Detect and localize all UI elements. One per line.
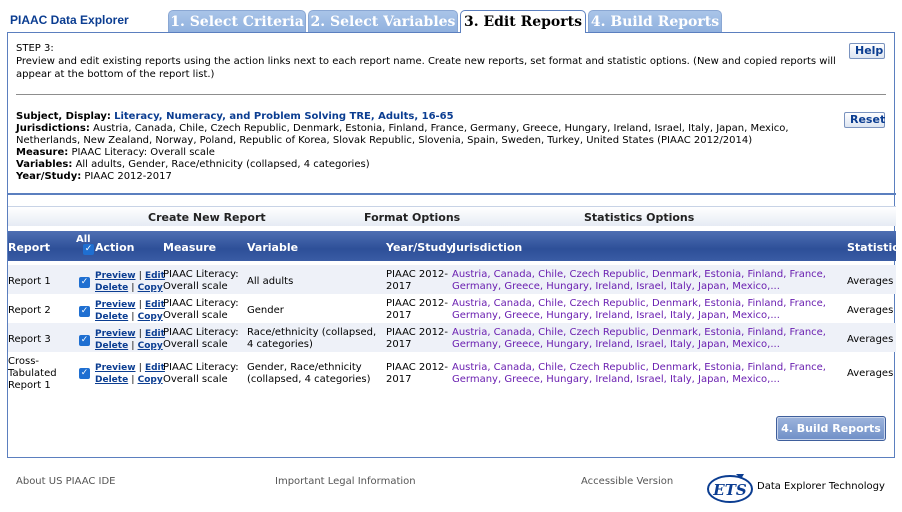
- step-title: STEP 3:: [16, 43, 54, 54]
- subject-value: Literacy, Numeracy, and Problem Solving …: [114, 111, 454, 122]
- tab-build-reports[interactable]: 4. Build Reports: [588, 10, 722, 33]
- footer: About US PIAAC IDE Important Legal Infor…: [0, 462, 902, 512]
- delete-link[interactable]: Delete: [95, 312, 128, 322]
- create-new-report-link[interactable]: Create New Report: [148, 211, 266, 224]
- tab-select-criteria[interactable]: 1. Select Criteria: [168, 10, 306, 33]
- row-checkbox[interactable]: ✓: [79, 305, 90, 317]
- measure-key: Measure:: [16, 147, 69, 158]
- variables-key: Variables:: [16, 159, 73, 170]
- table-row: Report 3 ✓ Preview | Edit Delete | Copy …: [8, 323, 896, 352]
- svg-text:ETS: ETS: [712, 481, 747, 499]
- report-name: Report 1: [8, 276, 51, 287]
- select-all-checkbox[interactable]: ✓: [83, 244, 94, 255]
- row-variable: Gender, Race/ethnicity (collapsed, 4 cat…: [247, 362, 371, 385]
- criteria-summary: Subject, Display: Literacy, Numeracy, an…: [16, 111, 836, 183]
- row-jurisdiction-link[interactable]: Austria, Canada, Chile, Czech Republic, …: [452, 327, 832, 351]
- row-statistic: Averages: [847, 334, 894, 345]
- preview-link[interactable]: Preview: [95, 300, 136, 310]
- legal-link[interactable]: Important Legal Information: [275, 476, 416, 487]
- delete-link[interactable]: Delete: [95, 341, 128, 351]
- edit-link[interactable]: Edit: [145, 300, 165, 310]
- preview-link[interactable]: Preview: [95, 329, 136, 339]
- select-all[interactable]: All ✓: [76, 234, 94, 255]
- col-report: Report: [8, 241, 51, 254]
- row-jurisdiction-link[interactable]: Austria, Canada, Chile, Czech Republic, …: [452, 269, 832, 293]
- divider: [16, 94, 886, 95]
- copy-link[interactable]: Copy: [138, 312, 163, 322]
- row-measure: PIAAC Literacy: Overall scale: [163, 327, 239, 350]
- section-divider: [8, 193, 896, 195]
- table-row: Report 1 ✓ Preview | Edit Delete | Copy …: [8, 265, 896, 294]
- preview-link[interactable]: Preview: [95, 271, 136, 281]
- row-variable: All adults: [247, 276, 294, 287]
- row-year: PIAAC 2012-2017: [386, 298, 448, 321]
- jurisdictions-key: Jurisdictions:: [16, 123, 90, 134]
- year-value: PIAAC 2012-2017: [84, 171, 172, 182]
- row-measure: PIAAC Literacy: Overall scale: [163, 362, 239, 385]
- col-variable: Variable: [247, 241, 299, 254]
- help-button[interactable]: Help: [849, 43, 885, 59]
- report-name: Report 3: [8, 334, 51, 345]
- accessible-version-link[interactable]: Accessible Version: [581, 476, 673, 487]
- row-variable: Gender: [247, 305, 284, 316]
- row-actions: Preview | Edit Delete | Copy: [95, 271, 165, 293]
- row-checkbox[interactable]: ✓: [79, 334, 90, 346]
- row-measure: PIAAC Literacy: Overall scale: [163, 269, 239, 292]
- report-table-header: Report All ✓ Action Measure Variable Yea…: [8, 231, 899, 261]
- data-explorer-technology-label: Data Explorer Technology: [757, 481, 885, 492]
- variables-value: All adults, Gender, Race/ethnicity (coll…: [75, 159, 370, 170]
- reset-button[interactable]: Reset: [844, 112, 885, 128]
- col-year: Year/Study: [386, 241, 454, 254]
- edit-link[interactable]: Edit: [145, 363, 165, 373]
- copy-link[interactable]: Copy: [138, 283, 163, 293]
- delete-link[interactable]: Delete: [95, 283, 128, 293]
- copy-link[interactable]: Copy: [138, 341, 163, 351]
- table-row: Cross-Tabulated Report 1 ✓ Preview | Edi…: [8, 352, 896, 394]
- row-statistic: Averages: [847, 305, 894, 316]
- year-key: Year/Study:: [16, 171, 82, 182]
- preview-link[interactable]: Preview: [95, 363, 136, 373]
- row-year: PIAAC 2012-2017: [386, 269, 448, 292]
- edit-reports-panel: STEP 3: Preview and edit existing report…: [7, 32, 899, 458]
- col-jurisdiction: Jurisdiction: [452, 241, 523, 254]
- row-actions: Preview | Edit Delete | Copy: [95, 329, 165, 351]
- delete-link[interactable]: Delete: [95, 375, 128, 385]
- about-link[interactable]: About US PIAAC IDE: [16, 476, 115, 487]
- row-checkbox[interactable]: ✓: [79, 367, 90, 379]
- app-title: PIAAC Data Explorer: [10, 13, 129, 27]
- edit-link[interactable]: Edit: [145, 271, 165, 281]
- build-reports-button[interactable]: 4. Build Reports: [776, 416, 886, 441]
- report-name: Report 2: [8, 305, 51, 316]
- copy-link[interactable]: Copy: [138, 375, 163, 385]
- row-measure: PIAAC Literacy: Overall scale: [163, 298, 239, 321]
- row-year: PIAAC 2012-2017: [386, 362, 448, 385]
- tab-edit-reports[interactable]: 3. Edit Reports: [460, 10, 586, 33]
- measure-value: PIAAC Literacy: Overall scale: [71, 147, 215, 158]
- row-year: PIAAC 2012-2017: [386, 327, 448, 350]
- ets-logo: ETS: [707, 474, 753, 503]
- col-action: Action: [95, 241, 135, 254]
- step-description: Preview and edit existing reports using …: [16, 56, 836, 80]
- subject-key: Subject, Display:: [16, 111, 111, 122]
- row-checkbox[interactable]: ✓: [79, 276, 90, 288]
- report-name: Cross-Tabulated Report 1: [8, 356, 57, 391]
- jurisdictions-value: Austria, Canada, Chile, Czech Republic, …: [16, 123, 789, 146]
- row-statistic: Averages: [847, 368, 894, 379]
- format-options-link[interactable]: Format Options: [364, 211, 460, 224]
- statistics-options-link[interactable]: Statistics Options: [584, 211, 694, 224]
- tab-select-variables[interactable]: 2. Select Variables: [308, 10, 458, 33]
- row-variable: Race/ethnicity (collapsed, 4 categories): [247, 327, 377, 350]
- table-row: Report 2 ✓ Preview | Edit Delete | Copy …: [8, 294, 896, 323]
- row-statistic: Averages: [847, 276, 894, 287]
- row-actions: Preview | Edit Delete | Copy: [95, 363, 165, 385]
- col-measure: Measure: [163, 241, 217, 254]
- options-bar: Create New Report Format Options Statist…: [8, 206, 896, 226]
- col-statistic: Statistic: [847, 241, 899, 254]
- row-jurisdiction-link[interactable]: Austria, Canada, Chile, Czech Republic, …: [452, 362, 832, 386]
- row-actions: Preview | Edit Delete | Copy: [95, 300, 165, 322]
- row-jurisdiction-link[interactable]: Austria, Canada, Chile, Czech Republic, …: [452, 298, 832, 322]
- edit-link[interactable]: Edit: [145, 329, 165, 339]
